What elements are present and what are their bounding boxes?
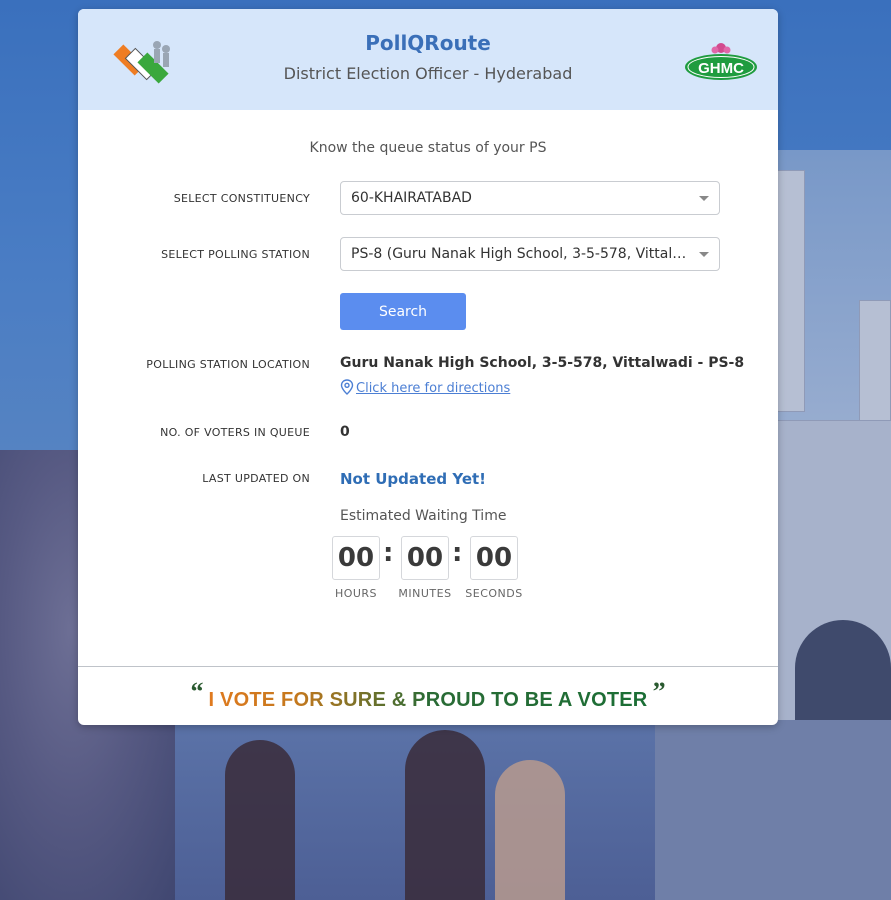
minutes-value: 00 (401, 536, 449, 580)
app-title: PollQRoute (365, 31, 491, 55)
queue-count: 0 (340, 424, 350, 440)
search-button[interactable]: Search (340, 293, 466, 330)
background-fingers (175, 720, 655, 900)
ghmc-logo-text: GHMC (698, 60, 744, 77)
last-updated-label: LAST UPDATED ON (202, 472, 310, 485)
directions-link[interactable]: Click here for directions (340, 379, 510, 396)
chevron-down-icon (699, 252, 709, 257)
last-updated-value: Not Updated Yet! (340, 470, 487, 488)
timer-separator: : (383, 538, 394, 568)
polling-station-select[interactable]: PS-8 (Guru Nanak High School, 3-5-578, V… (340, 237, 720, 271)
waiting-time-title: Estimated Waiting Time (340, 508, 507, 524)
open-quote: “ (190, 677, 204, 706)
queue-status-card: PollQRoute District Election Officer - H… (78, 9, 778, 725)
intro-text: Know the queue status of your PS (309, 140, 547, 156)
voter-slogan: “ I VOTE FOR SURE & PROUD TO BE A VOTER … (78, 677, 778, 712)
minutes-label: MINUTES (398, 587, 452, 600)
finger-shape (495, 760, 565, 900)
ghmc-logo-icon: GHMC (685, 43, 757, 80)
location-label: POLLING STATION LOCATION (146, 358, 310, 371)
card-header: PollQRoute District Election Officer - H… (78, 9, 778, 110)
directions-link-text: Click here for directions (356, 381, 511, 396)
queue-label: NO. OF VOTERS IN QUEUE (160, 426, 310, 439)
hours-label: HOURS (334, 587, 378, 600)
minaret-left (777, 170, 805, 412)
timer-separator: : (452, 538, 463, 568)
app-subtitle: District Election Officer - Hyderabad (283, 64, 573, 83)
constituency-select[interactable]: 60-KHAIRATABAD (340, 181, 720, 215)
finger-shape (225, 740, 295, 900)
constituency-label: SELECT CONSTITUENCY (173, 192, 310, 205)
seconds-value: 00 (470, 536, 518, 580)
street-scene (645, 720, 891, 900)
finger-shape (405, 730, 485, 900)
constituency-selected-value: 60-KHAIRATABAD (351, 190, 472, 206)
chevron-down-icon (699, 196, 709, 201)
map-pin-icon (340, 379, 354, 395)
polling-station-label: SELECT POLLING STATION (161, 248, 310, 261)
location-value: Guru Nanak High School, 3-5-578, Vittalw… (340, 355, 745, 371)
hours-value: 00 (332, 536, 380, 580)
seconds-label: SECONDS (465, 587, 523, 600)
close-quote: ” (652, 677, 666, 706)
polling-station-selected-value: PS-8 (Guru Nanak High School, 3-5-578, V… (351, 246, 689, 262)
footer-divider (78, 666, 778, 667)
slogan-text: I VOTE FOR SURE & PROUD TO BE A VOTER (208, 689, 648, 711)
